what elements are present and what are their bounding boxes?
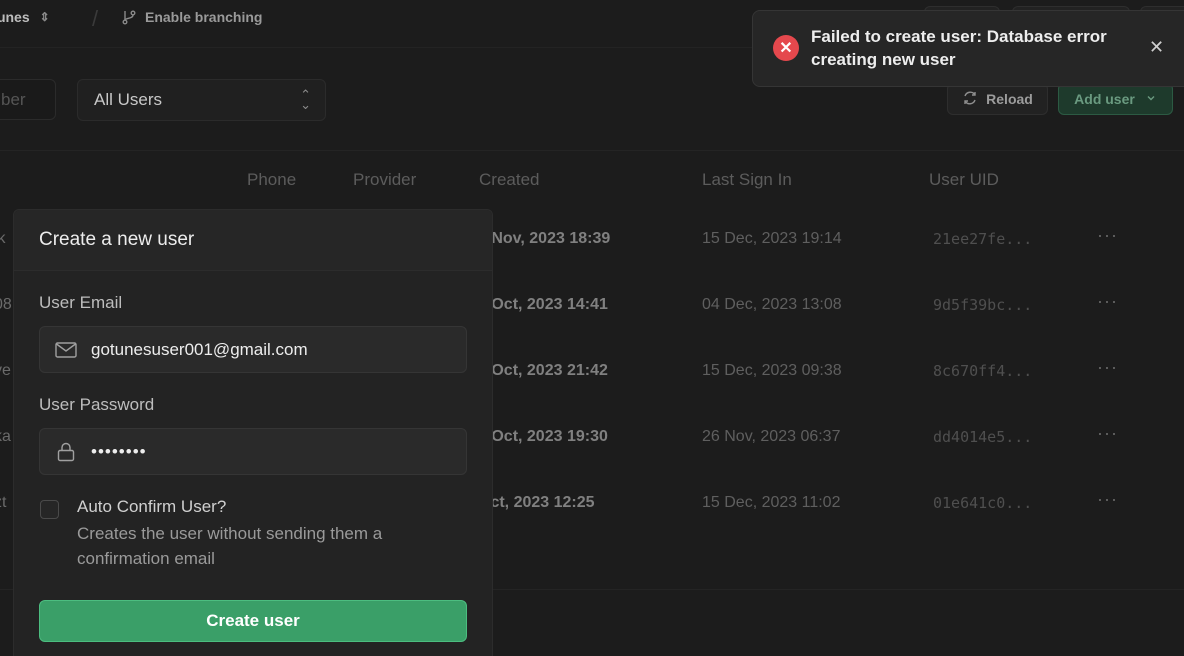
chevron-updown-icon: ⇕ [39,10,50,24]
row-created: 5 Oct, 2023 21:42 [478,362,608,379]
email-field[interactable]: gotunesuser001@gmail.com [39,326,467,373]
project-switcher[interactable]: GoTunes ⇕ [0,9,50,25]
lock-icon [40,442,91,462]
auto-confirm-checkbox[interactable] [40,500,59,519]
column-header-last-sign-in[interactable]: Last Sign In [702,170,792,190]
column-header-phone[interactable]: Phone [247,170,296,190]
column-header-provider[interactable]: Provider [353,170,416,190]
add-user-button[interactable]: Add user [1058,83,1173,115]
enable-branching-button[interactable]: Enable branching [121,9,262,25]
create-user-button[interactable]: Create user [39,600,467,642]
row-last-sign-in: 26 Nov, 2023 06:37 [702,428,841,445]
search-input[interactable]: ber [0,79,56,120]
password-value: •••••••• [91,441,147,461]
row-uid: 8c670ff4... [933,362,1033,380]
row-created: 5 Nov, 2023 18:39 [478,230,611,247]
password-label: User Password [39,395,155,414]
chevron-down-icon [1145,91,1157,107]
row-uid: 9d5f39bc... [933,296,1033,314]
row-created: 4 Oct, 2023 19:30 [478,428,608,445]
row-email-fragment: ka [0,428,11,445]
git-branch-icon [121,9,137,25]
email-label: User Email [39,293,123,312]
password-field[interactable]: •••••••• [39,428,467,475]
project-name: GoTunes [0,9,30,25]
row-email-fragment: zt [0,494,7,511]
close-icon[interactable]: ✕ [1149,37,1164,58]
create-user-label: Create user [206,611,300,630]
refresh-icon [962,90,978,109]
row-more-icon[interactable]: ··· [1097,357,1118,378]
add-user-label: Add user [1074,91,1135,107]
row-created: 0 Oct, 2023 14:41 [478,296,608,313]
row-email-fragment: 08 [0,296,12,313]
auto-confirm-description: Creates the user without sending them a … [77,524,383,568]
row-last-sign-in: 15 Dec, 2023 11:02 [702,494,841,511]
row-last-sign-in: 04 Dec, 2023 13:08 [702,296,842,313]
auto-confirm-label: Auto Confirm User? [77,497,227,516]
row-last-sign-in: 15 Dec, 2023 09:38 [702,362,842,379]
user-filter-value: All Users [94,90,163,109]
user-filter-select[interactable]: All Users ⌃ ⌄ [77,79,326,121]
row-last-sign-in: 15 Dec, 2023 19:14 [702,230,842,247]
row-more-icon[interactable]: ··· [1097,423,1118,444]
reload-button[interactable]: Reload [947,83,1048,115]
row-email-fragment: ve [0,362,11,379]
row-uid: 01e641c0... [933,494,1033,512]
search-placeholder-text: ber [1,90,26,109]
create-user-modal: Create a new user User Email gotunesuser… [13,209,493,656]
mail-icon [40,341,91,358]
chevron-updown-icon: ⌃ ⌄ [300,87,311,112]
error-icon: ✕ [773,35,799,61]
row-created: Oct, 2023 12:25 [478,494,595,511]
auth-users-page: GoTunes ⇕ / Enable branching ber All Use… [0,0,1184,656]
row-uid: dd4014e5... [933,428,1033,446]
enable-branching-label: Enable branching [145,9,263,25]
reload-label: Reload [986,91,1033,107]
row-more-icon[interactable]: ··· [1097,291,1118,312]
row-more-icon[interactable]: ··· [1097,489,1118,510]
column-header-created[interactable]: Created [479,170,539,190]
modal-title: Create a new user [14,210,492,271]
row-more-icon[interactable]: ··· [1097,225,1118,246]
row-email-fragment: ik [0,230,6,247]
email-value: gotunesuser001@gmail.com [91,339,308,359]
breadcrumb-separator: / [92,6,99,31]
column-header-uid[interactable]: User UID [929,170,999,190]
row-uid: 21ee27fe... [933,230,1033,248]
toast-message: Failed to create user: Database error cr… [811,27,1107,69]
error-toast: ✕ Failed to create user: Database error … [752,10,1184,87]
